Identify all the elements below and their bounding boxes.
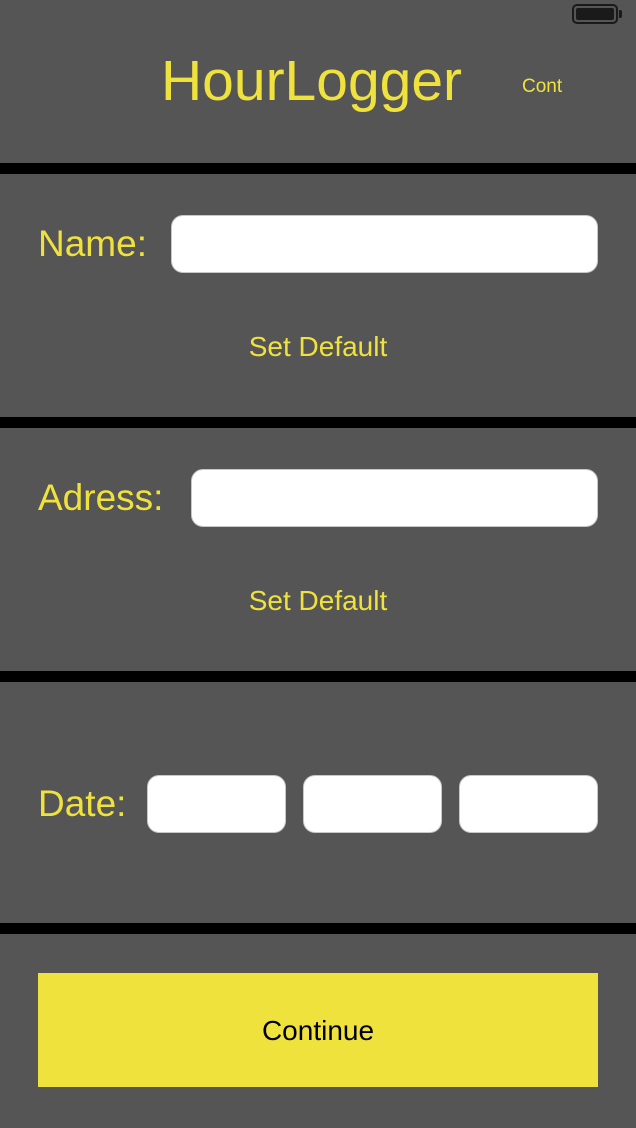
app-screen: HourLogger Cont Name: Set Default Adress… — [0, 0, 636, 1128]
name-input[interactable] — [171, 215, 598, 273]
app-title: HourLogger — [161, 49, 463, 113]
address-section — [0, 428, 636, 671]
name-section — [0, 174, 636, 417]
battery-level — [576, 8, 614, 20]
battery-tip — [619, 10, 622, 18]
header-panel: HourLogger Cont — [0, 0, 636, 163]
address-label: Adress: — [38, 477, 164, 518]
address-input[interactable] — [191, 469, 598, 527]
date-field-2[interactable] — [303, 775, 442, 833]
date-field-3[interactable] — [459, 775, 598, 833]
name-set-default-button[interactable]: Set Default — [0, 330, 636, 364]
continue-button[interactable]: Continue — [38, 973, 598, 1087]
cont-button[interactable]: Cont — [522, 76, 562, 98]
address-set-default-button[interactable]: Set Default — [0, 584, 636, 618]
name-label: Name: — [38, 223, 147, 264]
date-label: Date: — [38, 783, 127, 824]
date-field-1[interactable] — [147, 775, 286, 833]
battery-icon — [572, 4, 618, 24]
